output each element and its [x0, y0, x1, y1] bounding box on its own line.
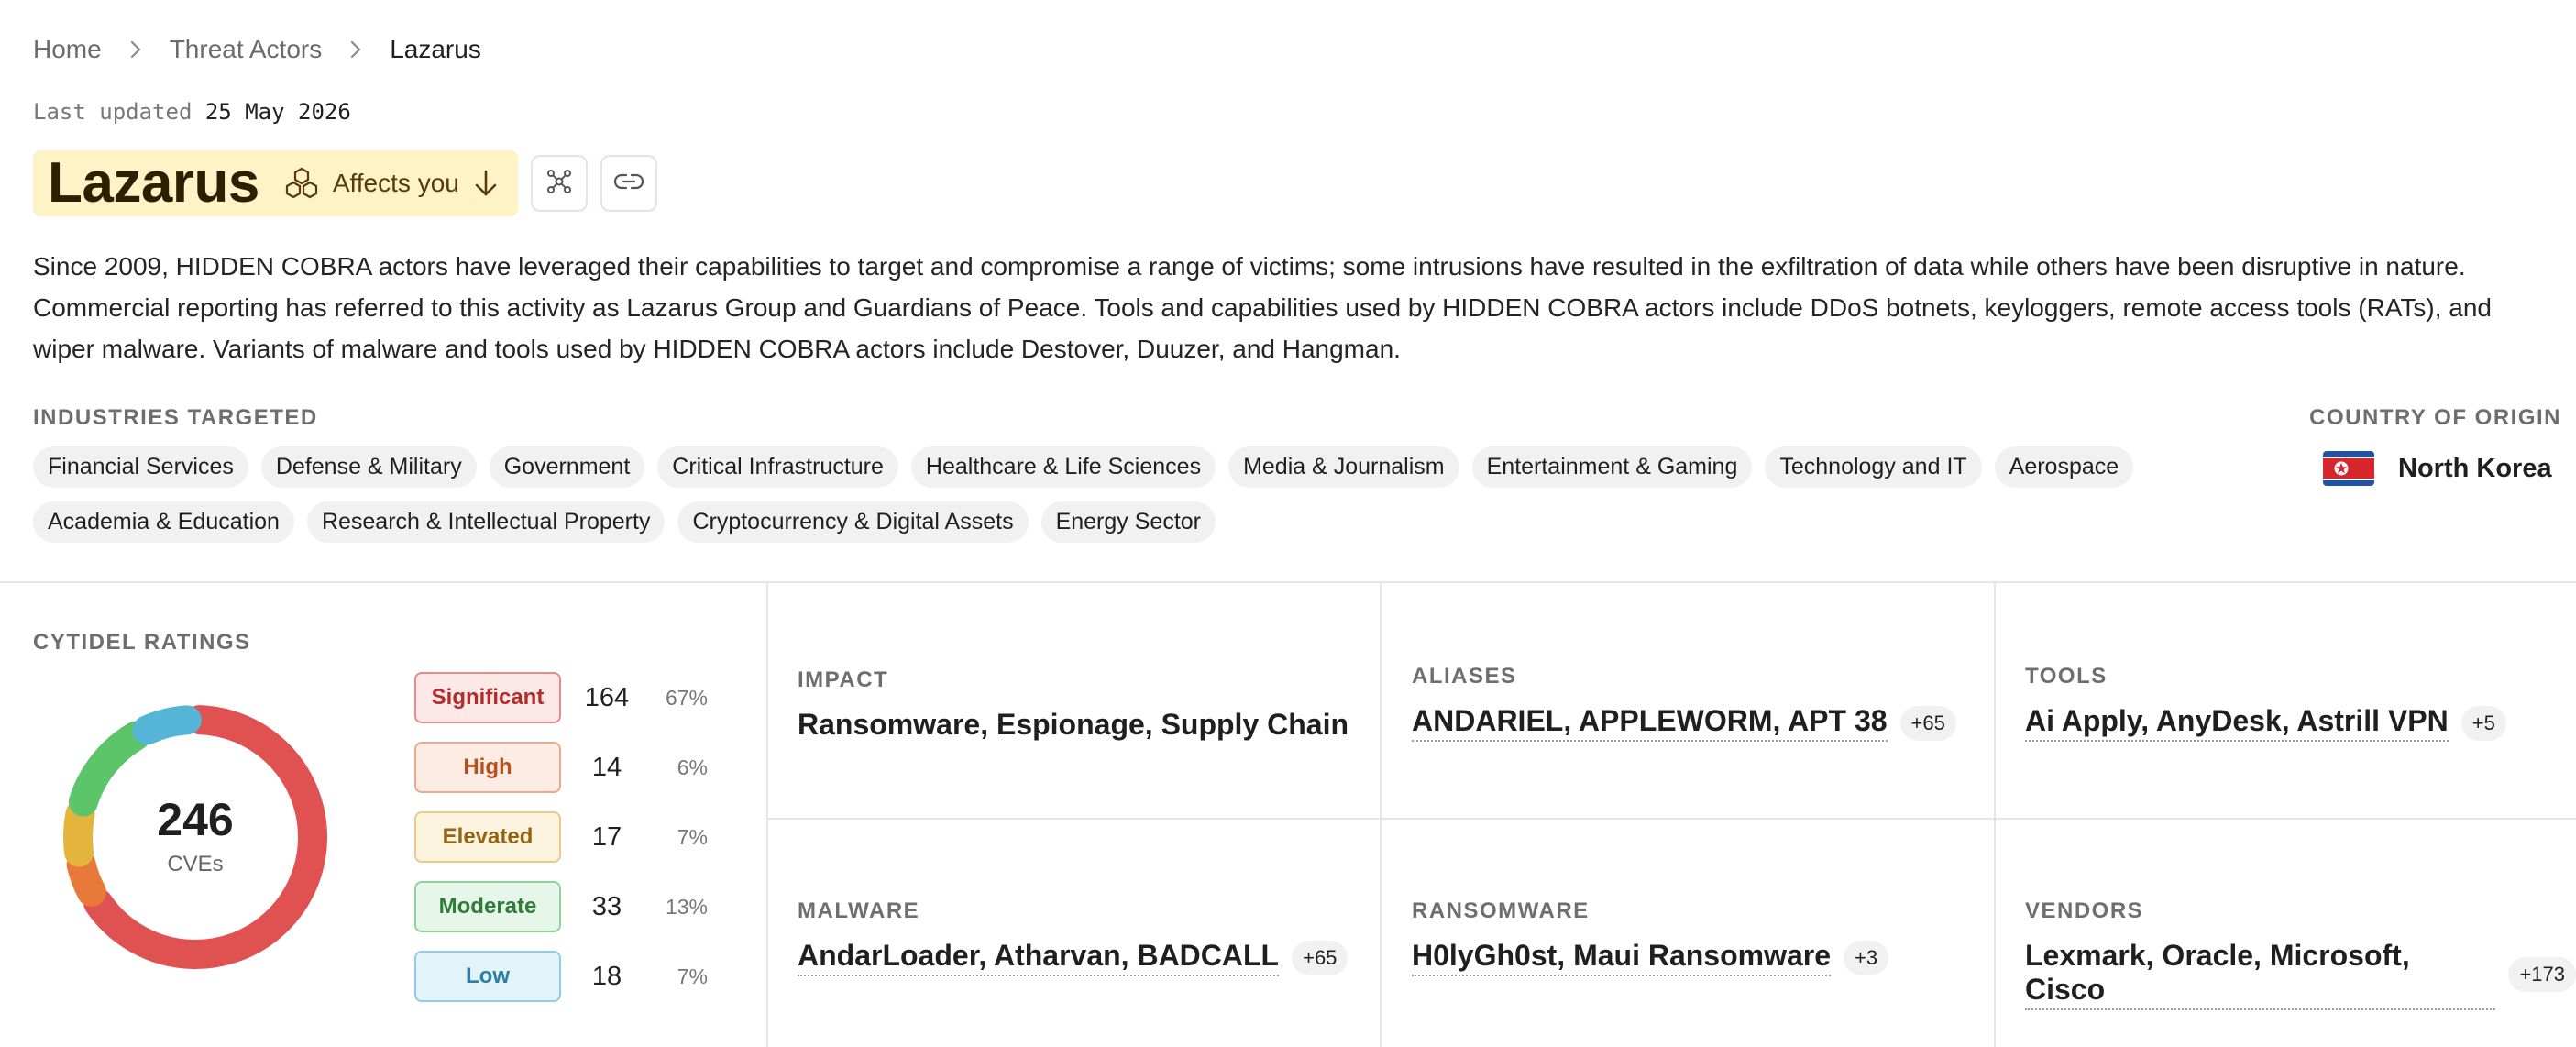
graph-view-button[interactable] [530, 155, 588, 212]
cve-unit: CVEs [167, 852, 224, 876]
cve-total: 246 [157, 794, 234, 845]
industries-label: INDUSTRIES TARGETED [33, 405, 318, 430]
rating-row-high: High 14 6% [414, 742, 708, 793]
north-korea-flag-icon [2323, 451, 2374, 486]
industry-chip[interactable]: Government [489, 446, 645, 488]
industry-chip[interactable]: Financial Services [33, 446, 248, 488]
ransomware-label: RANSOMWARE [1412, 898, 1590, 923]
ratings-legend: Significant 164 67% High 14 6% Elevated … [414, 672, 708, 1020]
country-of-origin: North Korea [2323, 451, 2552, 486]
rating-badge[interactable]: Low [414, 951, 561, 1002]
aliases-cell: ALIASES ANDARIEL, APPLEWORM, APT 38 +65 [1412, 664, 1956, 742]
vendors-value[interactable]: Lexmark, Oracle, Microsoft, Cisco [2025, 939, 2496, 1010]
rating-count: 14 [591, 752, 622, 782]
actor-description: Since 2009, HIDDEN COBRA actors have lev… [33, 252, 2492, 363]
affects-you-button[interactable]: Affects you [283, 167, 500, 200]
aliases-label: ALIASES [1412, 664, 1517, 689]
chevron-right-icon [349, 39, 362, 60]
ransomware-more-badge[interactable]: +3 [1844, 940, 1889, 975]
industry-chip[interactable]: Entertainment & Gaming [1471, 446, 1753, 488]
hexagon-cluster-icon [283, 167, 320, 200]
rating-count: 33 [591, 891, 622, 921]
industry-chip[interactable]: Research & Intellectual Property [306, 501, 666, 543]
vendors-cell: VENDORS Lexmark, Oracle, Microsoft, Cisc… [2025, 898, 2576, 1010]
actor-title-pill: Lazarus Affects you [33, 150, 518, 216]
rating-badge[interactable]: Moderate [414, 881, 561, 932]
tools-cell: TOOLS Ai Apply, AnyDesk, Astrill VPN +5 [2025, 664, 2506, 742]
ratings-label: CYTIDEL RATINGS [33, 630, 251, 655]
impact-value: Ransomware, Espionage, Supply Chain [798, 708, 1349, 741]
rating-percent: 13% [665, 894, 708, 919]
malware-value[interactable]: AndarLoader, Atharvan, BADCALL [798, 939, 1280, 976]
last-updated-label: Last updated [33, 99, 193, 125]
rating-count: 164 [584, 682, 630, 712]
rating-percent: 6% [677, 755, 708, 779]
aliases-value[interactable]: ANDARIEL, APPLEWORM, APT 38 [1412, 704, 1888, 742]
section-divider [0, 581, 2576, 583]
rating-row-significant: Significant 164 67% [414, 672, 708, 723]
breadcrumb: Home Threat Actors Lazarus [33, 35, 481, 64]
affects-you-label: Affects you [332, 169, 459, 197]
impact-label: IMPACT [798, 667, 889, 692]
breadcrumb-threat-actors[interactable]: Threat Actors [170, 35, 323, 64]
malware-label: MALWARE [798, 898, 920, 923]
industry-chip[interactable]: Technology and IT [1765, 446, 1982, 488]
tools-value[interactable]: Ai Apply, AnyDesk, Astrill VPN [2025, 704, 2449, 742]
grid-divider [1380, 583, 1382, 1047]
rating-badge[interactable]: Significant [414, 672, 561, 723]
tools-label: TOOLS [2025, 664, 2108, 689]
industry-chip[interactable]: Academia & Education [33, 501, 294, 543]
rating-count: 18 [591, 961, 622, 991]
industry-chip[interactable]: Cryptocurrency & Digital Assets [677, 501, 1029, 543]
graph-nodes-icon [545, 167, 574, 201]
tools-more-badge[interactable]: +5 [2460, 705, 2506, 741]
vendors-more-badge[interactable]: +173 [2508, 957, 2576, 992]
link-icon [613, 171, 644, 196]
last-updated-date: 25 May 2026 [204, 99, 351, 125]
copy-link-button[interactable] [600, 155, 657, 212]
industry-chips: Financial Services Defense & Military Go… [33, 446, 2169, 543]
title-row: Lazarus Affects you [33, 150, 657, 216]
malware-more-badge[interactable]: +65 [1292, 940, 1349, 975]
breadcrumb-current: Lazarus [390, 35, 481, 63]
grid-divider [1994, 583, 1996, 1047]
ransomware-value[interactable]: H0lyGh0st, Maui Ransomware [1412, 939, 1832, 976]
rating-percent: 7% [677, 824, 708, 849]
donut-center: 246 CVEs [53, 695, 337, 979]
rating-percent: 7% [677, 964, 708, 988]
malware-cell: MALWARE AndarLoader, Atharvan, BADCALL +… [798, 898, 1349, 976]
rating-badge[interactable]: Elevated [414, 811, 561, 863]
arrow-down-icon [472, 169, 500, 198]
industry-chip[interactable]: Critical Infrastructure [657, 446, 898, 488]
impact-cell: IMPACT Ransomware, Espionage, Supply Cha… [798, 667, 1349, 742]
rating-row-moderate: Moderate 33 13% [414, 881, 708, 932]
industry-chip[interactable]: Defense & Military [260, 446, 477, 488]
country-name: North Korea [2398, 453, 2552, 483]
industry-chip[interactable]: Aerospace [1994, 446, 2134, 488]
aliases-more-badge[interactable]: +65 [1899, 705, 1956, 741]
rating-percent: 67% [665, 685, 708, 710]
industry-chip[interactable]: Media & Journalism [1228, 446, 1459, 488]
industry-chip[interactable]: Energy Sector [1040, 501, 1216, 543]
last-updated: Last updated 25 May 2026 [33, 99, 351, 125]
chevron-right-icon [129, 39, 142, 60]
country-label: COUNTRY OF ORIGIN [2309, 405, 2561, 430]
ransomware-cell: RANSOMWARE H0lyGh0st, Maui Ransomware +3 [1412, 898, 1889, 976]
vendors-label: VENDORS [2025, 898, 2144, 923]
rating-count: 17 [591, 821, 622, 852]
industry-chip[interactable]: Healthcare & Life Sciences [910, 446, 1216, 488]
rating-badge[interactable]: High [414, 742, 561, 793]
rating-row-elevated: Elevated 17 7% [414, 811, 708, 863]
breadcrumb-home[interactable]: Home [33, 35, 102, 64]
page-title: Lazarus [48, 151, 259, 215]
grid-divider [766, 583, 768, 1047]
rating-row-low: Low 18 7% [414, 951, 708, 1002]
grid-divider [768, 818, 2576, 820]
